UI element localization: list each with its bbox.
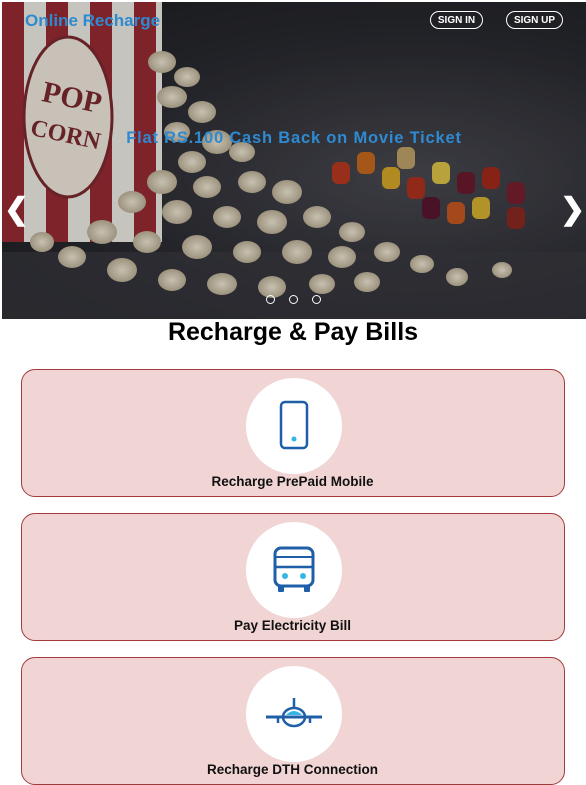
service-label: Recharge PrePaid Mobile [211,474,374,489]
service-card-dth[interactable]: Recharge DTH Connection [21,657,565,785]
sign-up-button[interactable]: SIGN UP [506,11,563,29]
icon-circle [246,666,342,762]
sign-in-button[interactable]: SIGN IN [430,11,483,29]
bus-icon [273,546,315,592]
carousel-indicator-2[interactable] [289,295,298,304]
icon-circle [246,378,342,474]
popcorn-banner-image: POP CORN [2,2,586,319]
carousel-indicators [266,295,326,307]
carousel-indicator-1[interactable] [266,295,275,304]
service-card-mobile[interactable]: Recharge PrePaid Mobile [21,369,565,497]
airplane-icon [266,698,322,728]
page-title: Recharge & Pay Bills [167,318,419,346]
brand-logo-text[interactable]: Online Recharge [25,11,160,31]
carousel-indicator-3[interactable] [312,295,321,304]
service-label: Recharge DTH Connection [206,762,379,777]
service-label: Pay Electricity Bill [233,618,352,633]
carousel-next-arrow-icon[interactable]: ❯ [560,190,585,230]
mobile-phone-icon [279,400,309,450]
carousel-caption: Flat RS.100 Cash Back on Movie Ticket [126,129,462,147]
service-card-electricity[interactable]: Pay Electricity Bill [21,513,565,641]
icon-circle [246,522,342,618]
carousel-prev-arrow-icon[interactable]: ❮ [4,190,29,230]
hero-carousel[interactable]: POP CORN Online Recharge SIGN IN SIGN UP… [2,2,586,319]
